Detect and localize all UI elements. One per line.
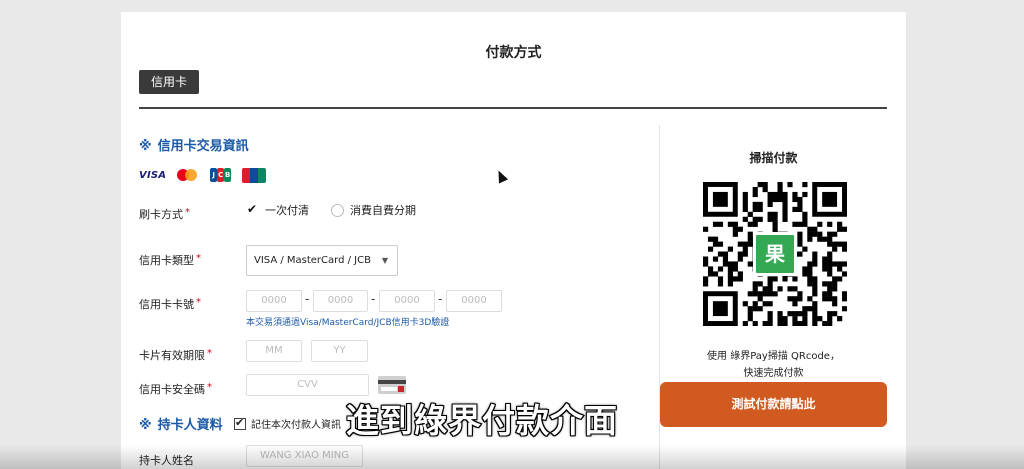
expiry-label: 卡片有效期限 *	[139, 348, 212, 362]
payment-method-label: 刷卡方式 *	[139, 207, 190, 221]
card-number-separator: -	[305, 292, 310, 306]
card-number-input-4[interactable]: 0000	[446, 290, 502, 312]
mastercard-logo	[177, 168, 199, 182]
checkbox-checked-icon	[234, 416, 246, 430]
card-number-separator: -	[371, 292, 376, 306]
tab-divider	[139, 107, 887, 109]
page-title: 付款方式	[485, 45, 542, 61]
visa-logo: VISA	[139, 169, 167, 181]
video-subtitle: 進到綠界付款介面	[345, 400, 618, 441]
holder-name-label: 持卡人姓名	[139, 454, 194, 467]
radio-full-payment[interactable]: 一次付清	[246, 202, 309, 218]
remember-payer-checkbox[interactable]: 記住本次付款人資訊	[234, 416, 341, 431]
card-back-icon	[378, 376, 406, 394]
holder-section-label: 持卡人資料	[157, 418, 223, 433]
card-number-input-3[interactable]: 0000	[379, 290, 435, 312]
unionpay-logo	[242, 167, 267, 183]
holder-name-input[interactable]: WANG XIAO MING	[246, 445, 363, 467]
3d-secure-hint: 本交易須通過Visa/MasterCard/JCB信用卡3D驗證	[246, 318, 450, 328]
section-mark: ※	[139, 139, 152, 154]
expiry-year-input[interactable]: YY	[311, 340, 368, 362]
cvv-label: 信用卡安全碼 *	[139, 382, 212, 396]
ecpay-logo-icon: 果	[753, 232, 797, 276]
holder-section-title: ※ 持卡人資料	[139, 414, 223, 433]
card-type-label: 信用卡類型 *	[139, 253, 201, 267]
qr-description: 使用 綠界Pay掃描 QRcode， 快速完成付款	[707, 351, 840, 379]
card-number-input-1[interactable]: 0000	[246, 290, 302, 312]
radio-installment[interactable]: 消費自費分期	[331, 202, 416, 218]
card-number-label: 信用卡卡號 *	[139, 297, 201, 311]
chevron-down-icon: ▼	[381, 256, 388, 265]
card-type-select[interactable]: VISA / MasterCard / JCB ▼	[246, 245, 398, 276]
radio-circle-icon	[331, 203, 344, 217]
expiry-month-input[interactable]: MM	[246, 340, 302, 362]
card-number-input-2[interactable]: 0000	[313, 290, 368, 312]
cvv-input[interactable]: CVV	[246, 374, 369, 396]
qr-code: 果	[703, 182, 848, 327]
credit-section-label: 信用卡交易資訊	[157, 139, 249, 154]
qr-title: 掃描付款	[749, 151, 798, 165]
test-payment-button[interactable]: 測試付款請點此	[660, 382, 887, 427]
radio-check-icon	[246, 202, 259, 217]
credit-section-title: ※ 信用卡交易資訊	[139, 135, 249, 154]
card-logos: VISA JCB	[139, 167, 267, 183]
tab-credit-card[interactable]: 信用卡	[139, 70, 200, 94]
jcb-logo: JCB	[210, 168, 232, 182]
payment-method-radios: 一次付清 消費自費分期	[246, 202, 438, 218]
section-mark: ※	[139, 418, 152, 433]
card-number-separator: -	[438, 292, 443, 306]
